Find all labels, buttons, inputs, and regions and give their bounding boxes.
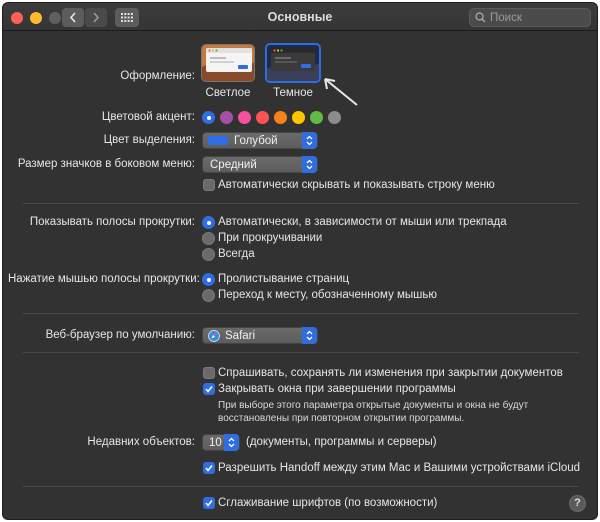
close-windows-checkbox[interactable] <box>203 383 215 395</box>
scrollbars-always-radio[interactable] <box>202 248 215 261</box>
appearance-light-label: Светлое <box>205 87 251 99</box>
checkmark-icon <box>205 500 213 507</box>
dark-theme-thumbnail <box>267 45 319 81</box>
scroll-click-jump-label: Переход к месту, обозначенному мышью <box>218 289 438 301</box>
accent-color-swatch[interactable] <box>256 111 269 124</box>
checkmark-icon <box>205 386 213 393</box>
title-bar: Основные <box>3 3 597 31</box>
accent-color-swatch[interactable] <box>238 111 251 124</box>
ask-save-changes-label: Спрашивать, сохранять ли изменения при з… <box>218 367 563 379</box>
pointer-arrow-annotation <box>324 78 358 106</box>
highlight-color-popup[interactable]: Голубой <box>202 132 318 149</box>
scroll-click-label: Нажатие мышью полосы прокрутки: <box>8 273 200 285</box>
default-browser-value: Safari <box>225 329 256 342</box>
show-scrollbars-label: Показывать полосы прокрутки: <box>29 216 195 228</box>
search-icon <box>475 12 486 23</box>
selected-indicator <box>206 115 211 120</box>
recent-items-popup[interactable]: 10 <box>202 434 240 451</box>
chevron-updown-icon <box>302 156 317 173</box>
appearance-label: Оформление: <box>120 70 195 82</box>
section-divider <box>23 203 579 204</box>
section-divider <box>23 313 579 314</box>
appearance-dark-label: Темное <box>273 87 313 99</box>
search-input[interactable] <box>490 11 585 24</box>
accent-color-swatch[interactable] <box>328 111 341 124</box>
recent-items-value: 10 <box>209 436 222 449</box>
help-button[interactable]: ? <box>569 495 586 512</box>
sidebar-icon-size-label: Размер значков в боковом меню: <box>17 158 195 170</box>
appearance-dark-option[interactable] <box>265 43 321 83</box>
appearance-light-option[interactable] <box>201 44 255 82</box>
section-divider <box>23 352 579 353</box>
accent-color-swatch[interactable] <box>220 111 233 124</box>
scroll-click-jump-radio[interactable] <box>202 289 215 302</box>
scrollbars-when-scrolling-label: При прокручивании <box>218 232 323 244</box>
recent-items-suffix: (документы, программы и серверы) <box>246 436 437 448</box>
accent-color-swatch[interactable] <box>310 111 323 124</box>
accent-color-label: Цветовой акцент: <box>101 111 195 123</box>
chevron-updown-icon <box>302 327 317 344</box>
handoff-checkbox[interactable] <box>203 462 215 474</box>
sidebar-icon-size-popup[interactable]: Средний <box>202 156 318 173</box>
highlight-color-swatch <box>208 136 228 145</box>
ask-save-changes-checkbox[interactable] <box>203 367 215 379</box>
scroll-click-next-page-radio[interactable] <box>202 273 215 286</box>
chevron-updown-icon <box>302 132 317 149</box>
safari-icon <box>208 329 220 342</box>
sidebar-icon-size-value: Средний <box>210 158 257 171</box>
handoff-label: Разрешить Handoff между этим Mac и Вашим… <box>218 462 581 474</box>
chevron-updown-icon <box>224 434 239 451</box>
accent-color-swatch[interactable] <box>292 111 305 124</box>
system-preferences-window: Основные Оформление: <box>2 2 598 520</box>
scrollbars-auto-radio[interactable] <box>202 216 215 229</box>
close-windows-note: При выборе этого параметра открытые доку… <box>218 400 529 424</box>
recent-items-label: Недавних объектов: <box>87 436 195 448</box>
section-divider <box>23 486 579 487</box>
default-browser-label: Веб-браузер по умолчанию: <box>45 329 195 341</box>
font-smoothing-checkbox[interactable] <box>203 497 215 509</box>
accent-color-swatch[interactable] <box>202 111 215 124</box>
close-windows-label: Закрывать окна при завершении программы <box>218 383 456 395</box>
scrollbars-always-label: Всегда <box>218 248 255 260</box>
light-theme-thumbnail <box>202 45 254 81</box>
auto-hide-menubar-checkbox[interactable] <box>203 179 215 191</box>
default-browser-popup[interactable]: Safari <box>202 327 318 344</box>
search-field[interactable] <box>469 8 591 27</box>
checkmark-icon <box>205 465 213 472</box>
highlight-color-value: Голубой <box>234 134 278 147</box>
highlight-color-label: Цвет выделения: <box>103 134 195 146</box>
accent-color-swatch[interactable] <box>274 111 287 124</box>
scrollbars-auto-label: Автоматически, в зависимости от мыши или… <box>218 216 507 228</box>
scrollbars-when-scrolling-radio[interactable] <box>202 232 215 245</box>
scroll-click-next-page-label: Пролистывание страниц <box>218 273 350 285</box>
auto-hide-menubar-label: Автоматически скрывать и показывать стро… <box>218 179 495 191</box>
font-smoothing-label: Сглаживание шрифтов (по возможности) <box>218 497 438 509</box>
